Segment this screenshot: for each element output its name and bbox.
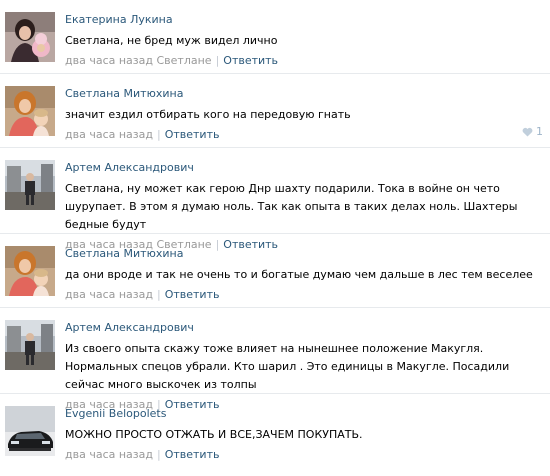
comment-author[interactable]: Екатерина Лукина <box>65 13 542 27</box>
avatar[interactable] <box>5 246 55 296</box>
comment-thread: Екатерина Лукина Светлана, не бред муж в… <box>0 0 550 466</box>
comment-text: Из своего опыта скажу тоже влияет на нын… <box>65 342 510 391</box>
comment-text: Светлана, ну может как герою Днр шахту п… <box>65 182 518 231</box>
comment: Артем Александрович Из своего опыта скаж… <box>0 308 550 411</box>
comment-time[interactable]: два часа назад <box>65 54 153 67</box>
heart-icon <box>522 127 533 137</box>
comment: Светлана Митюхина значит ездил отбирать … <box>0 74 550 148</box>
meta-separator: | <box>156 288 161 301</box>
reply-link[interactable]: Ответить <box>165 448 220 461</box>
meta-separator: | <box>215 54 220 67</box>
comment-author[interactable]: Evgenii Belopolets <box>65 407 542 421</box>
comment: Артем Александрович Светлана, ну может к… <box>0 148 550 251</box>
comment-author[interactable]: Артем Александрович <box>65 161 542 175</box>
comment-time[interactable]: два часа назад <box>65 288 153 301</box>
avatar[interactable] <box>5 12 55 62</box>
comment-author[interactable]: Светлана Митюхина <box>65 87 542 101</box>
avatar[interactable] <box>5 86 55 136</box>
reply-link[interactable]: Ответить <box>223 54 278 67</box>
like-button[interactable]: 1 <box>522 125 543 138</box>
comment-author[interactable]: Светлана Митюхина <box>65 247 542 261</box>
avatar[interactable] <box>5 320 55 370</box>
comment-meta: два часа назад Светлане | Ответить <box>65 54 542 68</box>
comment-time[interactable]: два часа назад <box>65 128 153 141</box>
comment: Светлана Митюхина да они вроде и так не … <box>0 234 550 308</box>
like-count: 1 <box>536 125 543 138</box>
comment-text: МОЖНО ПРОСТО ОТЖАТЬ И ВСЕ,ЗАЧЕМ ПОКУПАТЬ… <box>65 428 363 441</box>
comment-text: да они вроде и так не очень то и богатые… <box>65 268 533 281</box>
comment-text: значит ездил отбирать кого на передовую … <box>65 108 351 121</box>
comment: Екатерина Лукина Светлана, не бред муж в… <box>0 0 550 74</box>
comment-time[interactable]: два часа назад <box>65 448 153 461</box>
avatar[interactable] <box>5 406 55 456</box>
comment-text: Светлана, не бред муж видел лично <box>65 34 278 47</box>
comment-meta: два часа назад | Ответить <box>65 448 542 462</box>
avatar[interactable] <box>5 160 55 210</box>
meta-separator: | <box>156 128 161 141</box>
comment-meta: два часа назад | Ответить <box>65 288 542 302</box>
comment: Evgenii Belopolets МОЖНО ПРОСТО ОТЖАТЬ И… <box>0 394 550 466</box>
reply-link[interactable]: Ответить <box>165 288 220 301</box>
comment-author[interactable]: Артем Александрович <box>65 321 542 335</box>
reply-target[interactable]: Светлане <box>156 54 211 67</box>
comment-meta: два часа назад | Ответить <box>65 128 542 142</box>
reply-link[interactable]: Ответить <box>165 128 220 141</box>
meta-separator: | <box>156 448 161 461</box>
